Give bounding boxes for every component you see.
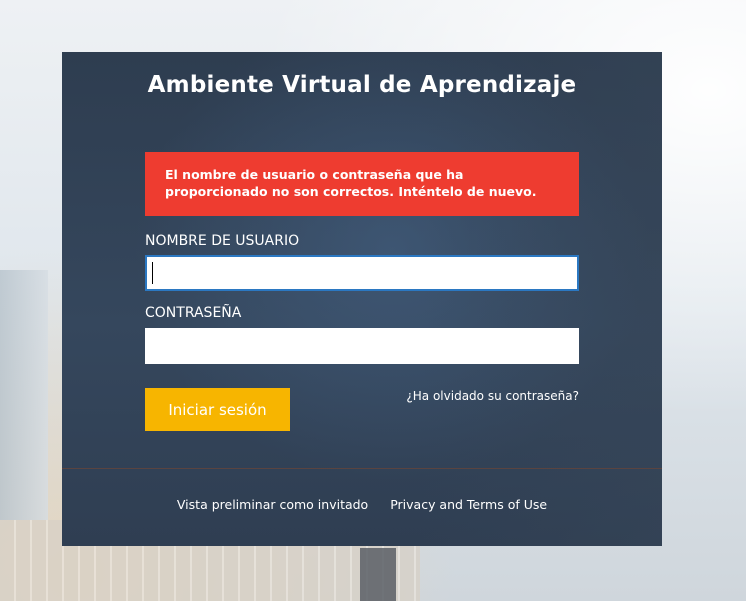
background-laptop-right <box>360 548 396 601</box>
panel-footer: Vista preliminar como invitado Privacy a… <box>62 497 662 512</box>
background-laptop-left <box>0 270 48 520</box>
page-title: Ambiente Virtual de Aprendizaje <box>147 72 577 98</box>
guest-preview-link[interactable]: Vista preliminar como invitado <box>177 497 368 512</box>
panel-shade <box>62 52 662 546</box>
password-label: CONTRASEÑA <box>145 305 242 321</box>
login-error-alert: El nombre de usuario o contraseña que ha… <box>145 152 579 216</box>
footer-divider <box>62 468 662 469</box>
login-panel: Ambiente Virtual de Aprendizaje El nombr… <box>62 52 662 546</box>
username-label: NOMBRE DE USUARIO <box>145 233 300 249</box>
login-button[interactable]: Iniciar sesión <box>145 388 290 431</box>
privacy-terms-link[interactable]: Privacy and Terms of Use <box>390 497 547 512</box>
text-caret <box>152 262 153 284</box>
username-input[interactable] <box>145 255 579 291</box>
forgot-password-link[interactable]: ¿Ha olvidado su contraseña? <box>406 389 579 403</box>
password-input[interactable] <box>145 328 579 364</box>
